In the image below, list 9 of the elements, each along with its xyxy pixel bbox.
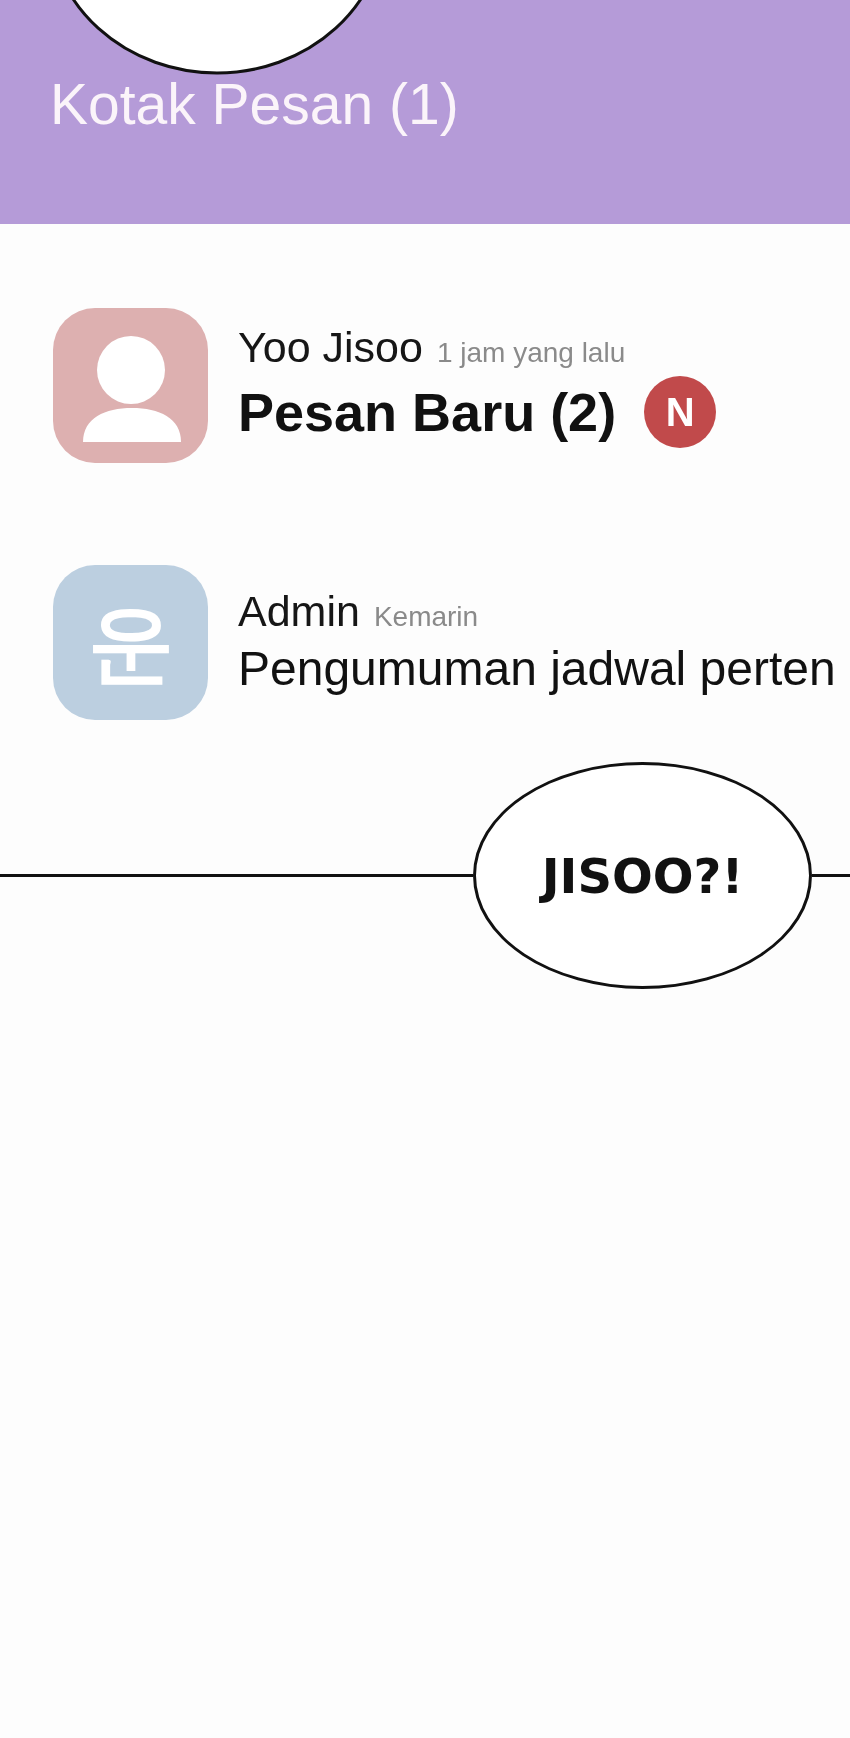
message-preview[interactable]: Pengumuman jadwal perten	[238, 640, 836, 698]
speech-bubble: JISOO?!	[473, 762, 812, 989]
sender-name: Yoo Jisoo	[238, 322, 423, 373]
message-time: 1 jam yang lalu	[436, 336, 626, 369]
new-badge: N	[644, 376, 717, 449]
message-time: Kemarin	[373, 601, 479, 633]
avatar: 운	[53, 565, 208, 720]
sender-name: Admin	[238, 587, 360, 637]
message-preview[interactable]: Pesan Baru (2)	[238, 379, 617, 445]
